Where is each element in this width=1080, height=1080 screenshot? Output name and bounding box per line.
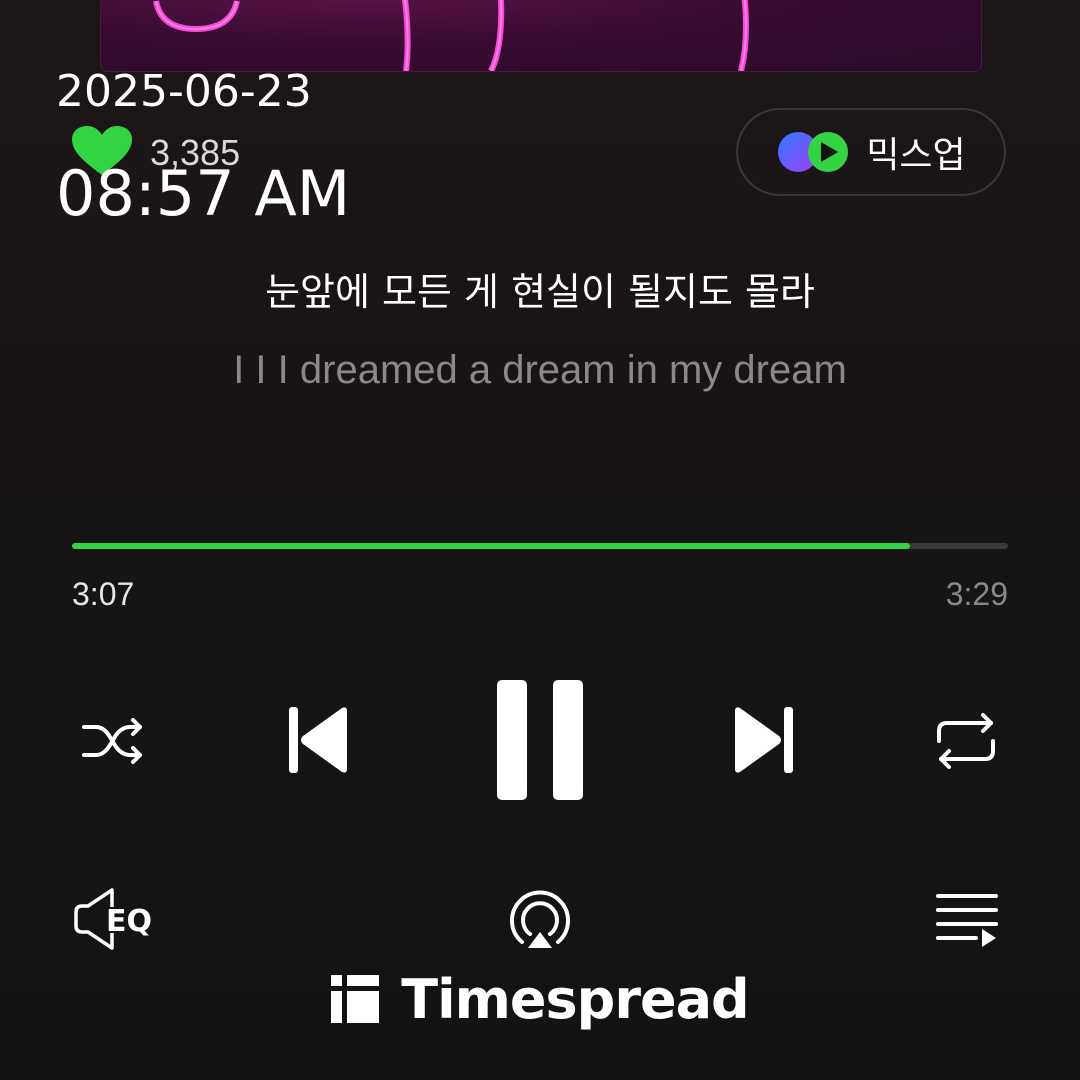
watermark-text: Timespread <box>401 967 749 1031</box>
watermark: Timespread <box>0 964 1080 1034</box>
music-player-screen: 2025-06-23 3,385 08:57 AM 믹스업 눈앞에 모든 게 현… <box>0 0 1080 1080</box>
skip-next-icon <box>735 707 793 773</box>
playlist-button[interactable] <box>932 888 1002 952</box>
mixup-button[interactable]: 믹스업 <box>736 108 1006 196</box>
mixup-icon <box>778 132 849 172</box>
timestamp-date: 2025-06-23 <box>56 66 312 117</box>
repeat-button[interactable] <box>928 704 1004 778</box>
album-art-neon-graphic <box>153 0 749 71</box>
cast-icon <box>510 890 570 948</box>
elapsed-time: 3:07 <box>72 576 135 612</box>
skip-previous-icon <box>289 707 347 773</box>
timestamp-time: 08:57 AM <box>56 157 351 230</box>
pause-button[interactable] <box>490 676 590 804</box>
progress-bar[interactable] <box>72 543 1008 549</box>
mixup-label: 믹스업 <box>866 135 966 176</box>
pause-icon <box>497 680 583 800</box>
shuffle-icon <box>82 718 142 764</box>
previous-button[interactable] <box>280 700 354 780</box>
timespread-logo-icon <box>331 975 380 1023</box>
svg-text:EQ: EQ <box>106 904 152 939</box>
progress-fill <box>72 543 910 549</box>
lyric-current-line[interactable]: 눈앞에 모든 게 현실이 될지도 몰라 <box>0 262 1080 322</box>
lyric-next-line[interactable]: I I I dreamed a dream in my dream <box>0 340 1080 400</box>
next-button[interactable] <box>728 700 802 780</box>
equalizer-button[interactable]: EQ <box>72 884 160 954</box>
playlist-icon <box>936 894 998 947</box>
total-time: 3:29 <box>945 576 1008 612</box>
cast-button[interactable] <box>502 884 578 956</box>
shuffle-button[interactable] <box>72 704 154 778</box>
repeat-icon <box>937 713 995 769</box>
album-art[interactable] <box>100 0 982 72</box>
equalizer-icon: EQ <box>74 888 154 950</box>
